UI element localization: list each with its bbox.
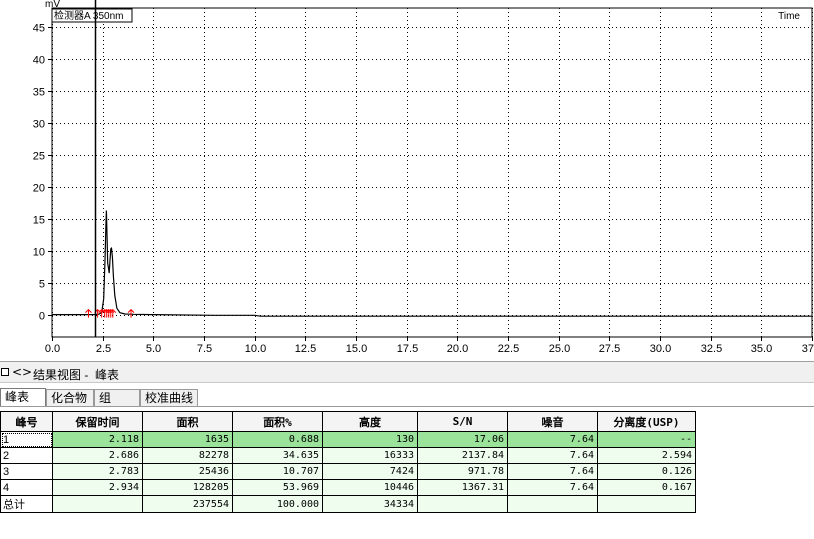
cell-height[interactable]: 16333 <box>322 447 418 464</box>
chromatogram-chart[interactable]: 0 5 10 15 20 25 30 35 40 45 0.0 2.5 5.0 7.5 10.0 12.5 15… <box>0 0 814 360</box>
y-tick-label: 30 <box>33 119 45 131</box>
tab-group[interactable]: 组 <box>94 389 140 406</box>
table-total-row[interactable]: 总计 237554 100.000 34334 <box>0 495 696 513</box>
tab-underline <box>0 406 814 407</box>
table-row[interactable]: 3 2.783 25436 10.707 7424 971.78 7.64 0.… <box>0 463 696 480</box>
y-tick-label: 20 <box>33 183 45 195</box>
col-signal-noise[interactable]: S/N <box>417 411 508 432</box>
cell-signal-noise[interactable]: 1367.31 <box>417 479 508 496</box>
cell-retention-time[interactable]: 2.934 <box>52 479 143 496</box>
plot-area <box>51 7 813 338</box>
cell-area[interactable]: 128205 <box>142 479 233 496</box>
detector-label: 检测器A 350nm <box>54 9 123 22</box>
chromatogram-svg: 0 5 10 15 20 25 30 35 40 45 0.0 2.5 5.0 7.5 10.0 12.5 15… <box>33 0 814 355</box>
cell-noise[interactable]: 7.64 <box>507 447 598 464</box>
cell-area-percent[interactable]: 34.635 <box>232 447 323 464</box>
x-tick-label: 37.5 <box>802 343 814 355</box>
x-tick-label: 2.5 <box>96 343 111 355</box>
cell-peak-number[interactable]: 1 <box>0 431 53 448</box>
x-tick-label: 12.5 <box>295 343 316 355</box>
cell-retention-time[interactable]: 2.118 <box>52 431 143 448</box>
cell-peak-number[interactable]: 3 <box>0 463 53 480</box>
x-tick-label: 30.0 <box>650 343 671 355</box>
cell-noise[interactable]: 7.64 <box>507 431 598 448</box>
cell-noise[interactable]: 7.64 <box>507 463 598 480</box>
cell-height[interactable]: 10446 <box>322 479 418 496</box>
y-tick-label: 45 <box>33 23 45 35</box>
cell-area[interactable]: 237554 <box>142 495 233 513</box>
col-area-percent[interactable]: 面积% <box>232 411 323 432</box>
col-height[interactable]: 高度 <box>322 411 418 432</box>
peak-table: 峰号 保留时间 面积 面积% 高度 S/N 噪音 分离度(USP) 1 2.11… <box>0 411 696 513</box>
y-tick-label: 0 <box>39 311 45 323</box>
tab-compound[interactable]: 化合物 <box>46 389 94 406</box>
x-tick-label: 27.5 <box>599 343 620 355</box>
col-noise[interactable]: 噪音 <box>507 411 598 432</box>
x-tick-label: 25.0 <box>549 343 570 355</box>
col-area[interactable]: 面积 <box>142 411 233 432</box>
y-tick-label: 25 <box>33 151 45 163</box>
cell-area[interactable]: 25436 <box>142 463 233 480</box>
cell-resolution[interactable] <box>597 495 696 513</box>
table-row[interactable]: 2 2.686 82278 34.635 16333 2137.84 7.64 … <box>0 447 696 464</box>
cell-area-percent[interactable]: 10.707 <box>232 463 323 480</box>
results-panel: <> 结果视图 - 峰表 峰表 化合物 组 校准曲线 峰号 保留时间 面积 面积… <box>0 360 814 539</box>
x-tick-label: 15.0 <box>346 343 367 355</box>
y-tick-label: 10 <box>33 247 45 259</box>
cell-resolution[interactable]: -- <box>597 431 696 448</box>
cell-retention-time[interactable] <box>52 495 143 513</box>
results-header-bar: <> 结果视图 - 峰表 <box>0 361 814 383</box>
cell-signal-noise[interactable]: 17.06 <box>417 431 508 448</box>
cell-area[interactable]: 1635 <box>142 431 233 448</box>
x-tick-label: 20.0 <box>447 343 468 355</box>
cell-resolution[interactable]: 0.126 <box>597 463 696 480</box>
cell-noise[interactable]: 7.64 <box>507 479 598 496</box>
cell-peak-number[interactable]: 4 <box>0 479 53 496</box>
tab-calibration-curve[interactable]: 校准曲线 <box>140 389 198 406</box>
table-header-row: 峰号 保留时间 面积 面积% 高度 S/N 噪音 分离度(USP) <box>0 411 696 432</box>
cell-signal-noise[interactable]: 971.78 <box>417 463 508 480</box>
restore-icon[interactable] <box>1 368 9 376</box>
cell-area-percent[interactable]: 100.000 <box>232 495 323 513</box>
x-tick-label: 5.0 <box>146 343 161 355</box>
x-tick-label: 35.0 <box>751 343 772 355</box>
expand-arrows-icon[interactable]: <> <box>12 365 32 379</box>
cell-total-label[interactable]: 总计 <box>0 495 53 513</box>
cell-height[interactable]: 7424 <box>322 463 418 480</box>
cell-height[interactable]: 130 <box>322 431 418 448</box>
x-tick-label: 10.0 <box>245 343 266 355</box>
result-tabs: 峰表 化合物 组 校准曲线 <box>0 388 814 406</box>
results-view-title: 结果视图 - 峰表 <box>33 368 119 382</box>
table-row[interactable]: 4 2.934 128205 53.969 10446 1367.31 7.64… <box>0 479 696 496</box>
x-tick-label: 32.5 <box>701 343 722 355</box>
col-retention-time[interactable]: 保留时间 <box>52 411 143 432</box>
cell-signal-noise[interactable] <box>417 495 508 513</box>
cell-retention-time[interactable]: 2.686 <box>52 447 143 464</box>
cell-height[interactable]: 34334 <box>322 495 418 513</box>
cell-resolution[interactable]: 0.167 <box>597 479 696 496</box>
y-tick-label: 35 <box>33 87 45 99</box>
y-tick-label: 15 <box>33 215 45 227</box>
y-tick-label: 40 <box>33 55 45 67</box>
cell-area-percent[interactable]: 0.688 <box>232 431 323 448</box>
table-row[interactable]: 1 2.118 1635 0.688 130 17.06 7.64 -- <box>0 431 696 448</box>
col-peak-number[interactable]: 峰号 <box>0 411 53 432</box>
cell-area[interactable]: 82278 <box>142 447 233 464</box>
tab-peak-table[interactable]: 峰表 <box>0 388 46 406</box>
col-resolution-usp[interactable]: 分离度(USP) <box>597 411 696 432</box>
x-axis-label: Time <box>778 11 800 22</box>
x-tick-label: 22.5 <box>498 343 519 355</box>
x-tick-label: 7.5 <box>197 343 212 355</box>
x-tick-label: 17.5 <box>397 343 418 355</box>
cell-signal-noise[interactable]: 2137.84 <box>417 447 508 464</box>
x-tick-label: 0.0 <box>45 343 60 355</box>
cell-noise[interactable] <box>507 495 598 513</box>
cell-peak-number[interactable]: 2 <box>0 447 53 464</box>
cell-retention-time[interactable]: 2.783 <box>52 463 143 480</box>
cell-area-percent[interactable]: 53.969 <box>232 479 323 496</box>
y-tick-label: 5 <box>39 279 45 291</box>
cell-resolution[interactable]: 2.594 <box>597 447 696 464</box>
